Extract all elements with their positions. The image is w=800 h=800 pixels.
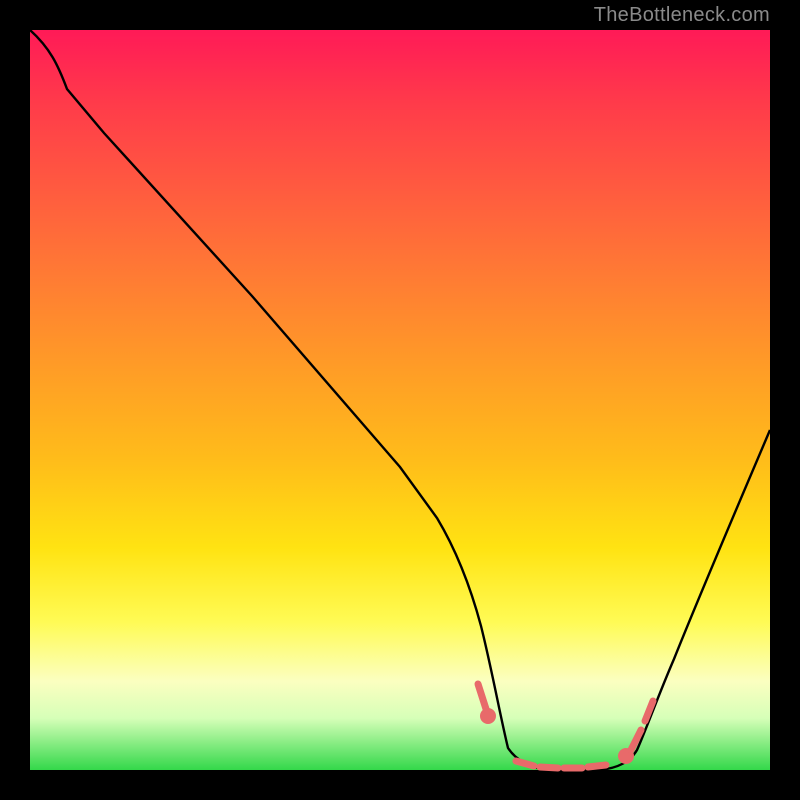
bottleneck-curve <box>30 30 770 770</box>
plot-area <box>30 30 770 770</box>
watermark-text: TheBottleneck.com <box>594 4 770 27</box>
chart-frame: TheBottleneck.com <box>0 0 800 800</box>
curve-path <box>30 30 770 770</box>
optimal-band <box>478 684 653 768</box>
